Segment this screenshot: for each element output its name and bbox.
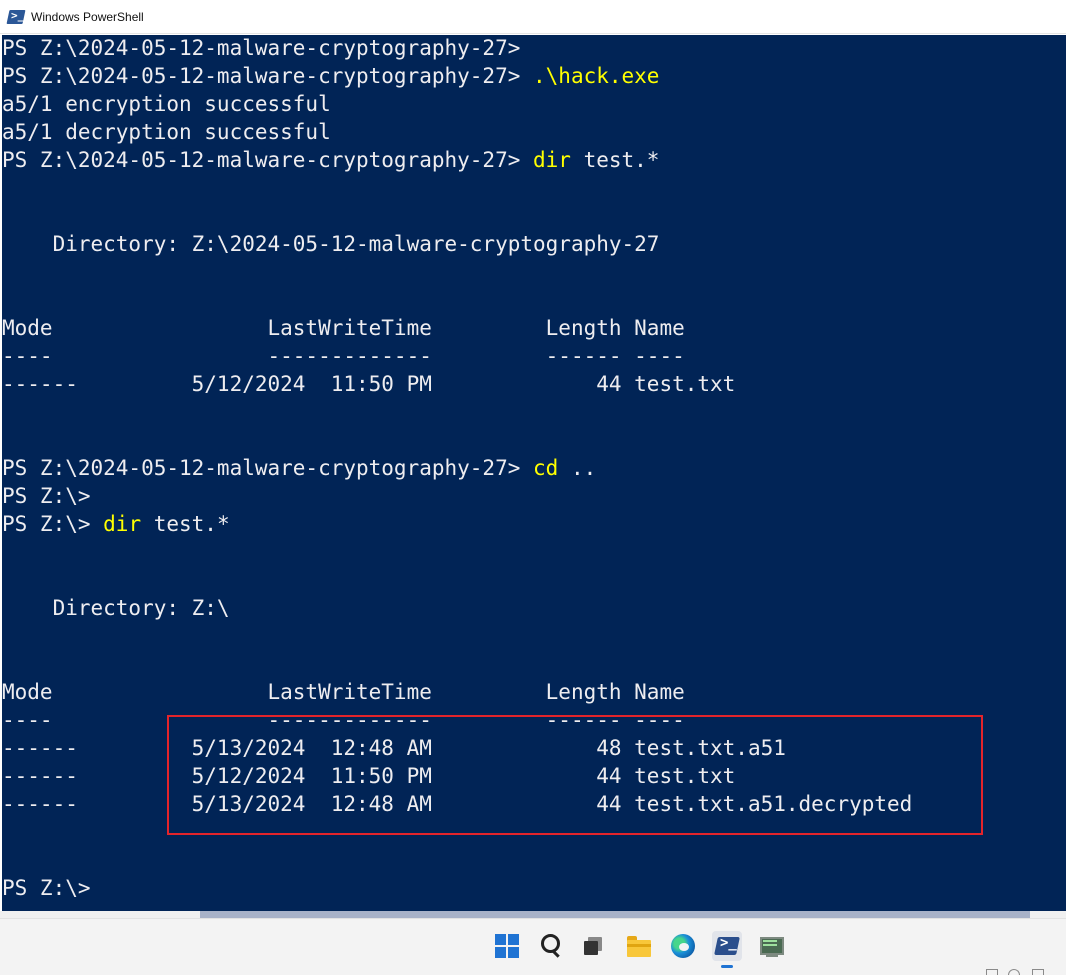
- console-line: Directory: Z:\: [2, 594, 230, 622]
- powershell-window: >_ Windows PowerShell PS Z:\2024-05-12-m…: [0, 0, 1066, 918]
- powershell-taskbar-icon[interactable]: >_: [712, 931, 742, 968]
- output-text: Directory: Z:\2024-05-12-malware-cryptog…: [2, 232, 660, 256]
- search-icon[interactable]: [536, 931, 566, 961]
- console-line: ---- ------------- ------ ----: [2, 706, 685, 734]
- console-output[interactable]: PS Z:\2024-05-12-malware-cryptography-27…: [2, 35, 1066, 911]
- output-text: test.*: [570, 148, 660, 172]
- output-text: ---- ------------- ------ ----: [2, 344, 685, 368]
- console-line: a5/1 encryption successful: [2, 90, 331, 118]
- output-text: Directory: Z:\: [2, 596, 230, 620]
- terminal-monitor-icon[interactable]: [756, 931, 786, 961]
- output-text: ---- ------------- ------ ----: [2, 708, 685, 732]
- output-text: ------ 5/12/2024 11:50 PM 44 test.txt: [2, 372, 736, 396]
- console-line: PS Z:\2024-05-12-malware-cryptography-27…: [2, 454, 596, 482]
- command-text: dir: [103, 512, 142, 536]
- output-text: PS Z:\2024-05-12-malware-cryptography-27…: [2, 36, 521, 60]
- edge-browser-icon[interactable]: [668, 931, 698, 961]
- output-text: PS Z:\2024-05-12-malware-cryptography-27…: [2, 456, 534, 480]
- console-line: ------ 5/12/2024 11:50 PM 44 test.txt: [2, 370, 735, 398]
- output-text: ..: [558, 456, 597, 480]
- console-line: Directory: Z:\2024-05-12-malware-cryptog…: [2, 230, 660, 258]
- output-text: PS Z:\2024-05-12-malware-cryptography-27…: [2, 64, 534, 88]
- output-text: PS Z:\>: [2, 484, 91, 508]
- console-line: PS Z:\> dir test.*: [2, 510, 230, 538]
- output-text: ------ 5/12/2024 11:50 PM 44 test.txt: [2, 764, 736, 788]
- output-text: a5/1 decryption successful: [2, 120, 331, 144]
- taskbar: >_: [0, 918, 1066, 975]
- console-line: PS Z:\2024-05-12-malware-cryptography-27…: [2, 62, 659, 90]
- console-resize-edge: [200, 911, 1030, 918]
- powershell-icon: >_: [6, 9, 26, 24]
- output-text: a5/1 encryption successful: [2, 92, 331, 116]
- console-line: a5/1 decryption successful: [2, 118, 331, 146]
- console-line: Mode LastWriteTime Length Name: [2, 314, 685, 342]
- output-text: test.*: [141, 512, 230, 536]
- title-bar[interactable]: >_ Windows PowerShell: [0, 0, 1066, 34]
- command-text: .\hack.exe: [533, 64, 660, 88]
- window-title: Windows PowerShell: [31, 9, 144, 24]
- console-line: ---- ------------- ------ ----: [2, 342, 685, 370]
- system-tray-icons[interactable]: [986, 969, 1066, 975]
- file-explorer-icon[interactable]: [624, 931, 654, 961]
- task-view-icon[interactable]: [580, 931, 610, 961]
- console-line: ------ 5/13/2024 12:48 AM 44 test.txt.a5…: [2, 790, 912, 818]
- console-line: Mode LastWriteTime Length Name: [2, 678, 685, 706]
- windows-start-icon[interactable]: [492, 931, 522, 961]
- output-text: Mode LastWriteTime Length Name: [2, 680, 685, 704]
- output-text: ------ 5/13/2024 12:48 AM 44 test.txt.a5…: [2, 792, 913, 816]
- console-line: PS Z:\>: [2, 874, 91, 902]
- console-line: PS Z:\2024-05-12-malware-cryptography-27…: [2, 35, 520, 62]
- console-line: PS Z:\2024-05-12-malware-cryptography-27…: [2, 146, 659, 174]
- output-text: PS Z:\>: [2, 512, 104, 536]
- console-line: ------ 5/12/2024 11:50 PM 44 test.txt: [2, 762, 735, 790]
- output-text: ------ 5/13/2024 12:48 AM 48 test.txt.a5…: [2, 736, 786, 760]
- command-text: cd: [533, 456, 559, 480]
- output-text: Mode LastWriteTime Length Name: [2, 316, 685, 340]
- output-text: PS Z:\2024-05-12-malware-cryptography-27…: [2, 148, 534, 172]
- console-line: PS Z:\>: [2, 482, 91, 510]
- console-line: ------ 5/13/2024 12:48 AM 48 test.txt.a5…: [2, 734, 786, 762]
- output-text: PS Z:\>: [2, 876, 91, 900]
- command-text: dir: [533, 148, 571, 172]
